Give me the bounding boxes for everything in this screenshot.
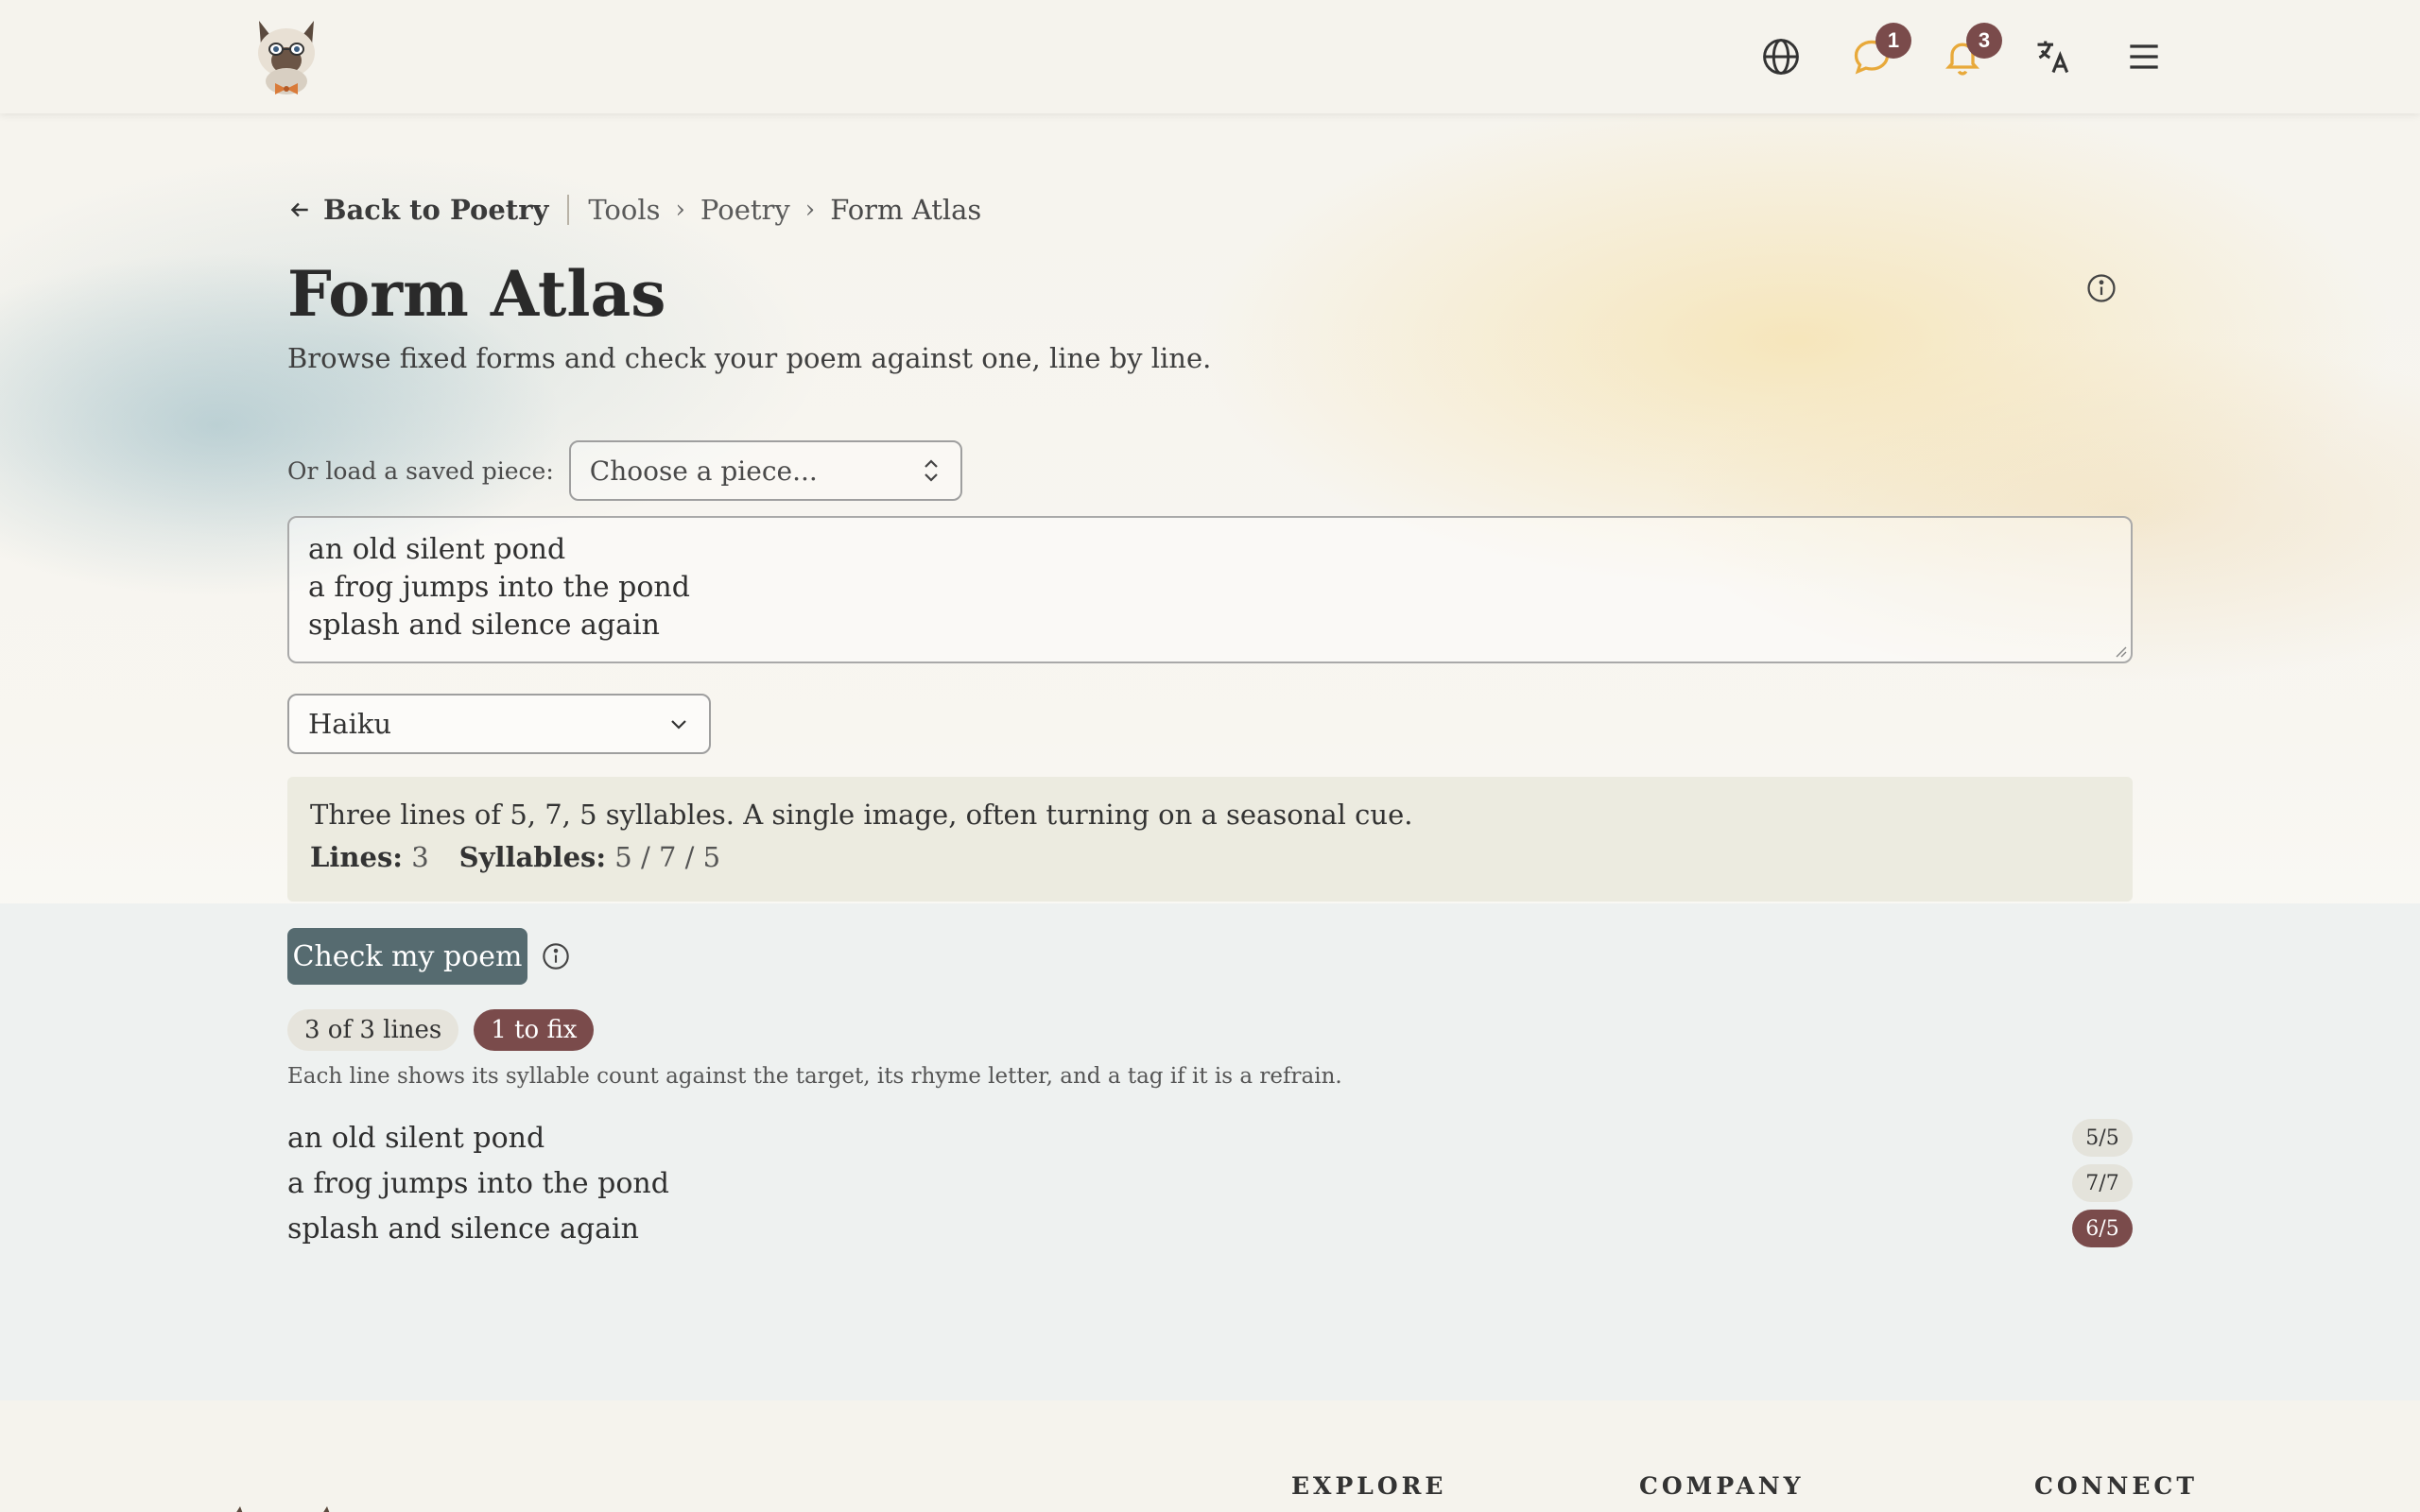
chevron-right-icon: ›	[675, 196, 685, 224]
summary-pills: 3 of 3 lines 1 to fix	[287, 1009, 595, 1051]
breadcrumb-divider	[567, 195, 570, 225]
info-icon	[2087, 274, 2116, 302]
form-description: Three lines of 5, 7, 5 syllables. A sing…	[310, 799, 1413, 831]
back-to-poetry-link[interactable]: Back to Poetry	[287, 194, 548, 226]
breadcrumb-tools[interactable]: Tools	[588, 194, 660, 226]
translate-button[interactable]	[2027, 30, 2080, 83]
chevron-right-icon: ›	[804, 196, 816, 224]
load-saved-label: Or load a saved piece:	[287, 456, 554, 485]
result-line-text: splash and silence again	[287, 1211, 639, 1246]
form-type-selected: Haiku	[308, 708, 392, 740]
lines-value: 3	[411, 841, 429, 873]
breadcrumb-current: Form Atlas	[830, 194, 982, 226]
back-link-label: Back to Poetry	[323, 194, 549, 226]
result-row: a frog jumps into the pond 7/7	[287, 1160, 2133, 1206]
result-line-text: a frog jumps into the pond	[287, 1166, 669, 1200]
notifications-badge: 3	[1966, 23, 2002, 59]
load-saved-piece-row: Or load a saved piece: Choose a piece...	[287, 440, 962, 501]
form-type-select[interactable]: Haiku	[287, 694, 711, 754]
poem-line: an old silent pond	[308, 533, 566, 566]
breadcrumb-poetry[interactable]: Poetry	[700, 194, 790, 226]
resize-handle-icon[interactable]	[2114, 644, 2127, 658]
hamburger-menu-icon	[2130, 44, 2158, 69]
poem-textarea[interactable]: an old silent pond a frog jumps into the…	[287, 516, 2133, 663]
messages-badge: 1	[1876, 23, 1911, 59]
footer-connect-heading: CONNECT	[2034, 1472, 2198, 1500]
lines-label: Lines:	[310, 841, 403, 873]
saved-piece-select[interactable]: Choose a piece...	[568, 440, 962, 501]
up-down-chevron-icon	[924, 459, 938, 482]
syllable-count-tag: 5/5	[2072, 1119, 2133, 1157]
arrow-left-icon	[290, 202, 308, 217]
globe-button[interactable]	[1754, 30, 1807, 83]
form-info-panel: Three lines of 5, 7, 5 syllables. A sing…	[287, 777, 2133, 902]
info-icon	[543, 943, 569, 970]
top-nav-bar: 1 3	[0, 0, 2420, 113]
globe-icon	[1763, 39, 1799, 75]
menu-button[interactable]	[2118, 30, 2170, 83]
syllable-count-tag: 6/5	[2072, 1210, 2133, 1247]
result-row: an old silent pond 5/5	[287, 1115, 2133, 1160]
check-info-button[interactable]	[541, 941, 571, 971]
results-legend-note: Each line shows its syllable count again…	[287, 1064, 1342, 1089]
result-lines: an old silent pond 5/5 a frog jumps into…	[287, 1115, 2133, 1251]
page-title: Form Atlas	[287, 257, 666, 331]
to-fix-pill: 1 to fix	[474, 1009, 595, 1051]
syllable-count-tag: 7/7	[2072, 1164, 2133, 1202]
result-row: splash and silence again 6/5	[287, 1206, 2133, 1251]
page-subtitle: Browse fixed forms and check your poem a…	[287, 342, 1212, 374]
translate-icon	[2037, 41, 2069, 74]
poem-line: splash and silence again	[308, 609, 660, 642]
poem-line: a frog jumps into the pond	[308, 571, 690, 604]
saved-piece-placeholder: Choose a piece...	[589, 455, 818, 487]
breadcrumb: Back to Poetry Tools › Poetry › Form Atl…	[287, 191, 981, 229]
syllables-label: Syllables:	[458, 841, 607, 873]
form-meta: Lines: 3 Syllables: 5 / 7 / 5	[310, 835, 2110, 879]
messages-button[interactable]: 1	[1845, 23, 1911, 83]
lines-count-pill: 3 of 3 lines	[287, 1009, 459, 1051]
footer: EXPLORE COMPANY CONNECT	[0, 1400, 2420, 1512]
page-info-button[interactable]	[2085, 272, 2118, 304]
notifications-button[interactable]: 3	[1936, 23, 2002, 83]
check-poem-button[interactable]: Check my poem	[287, 928, 527, 985]
footer-company-heading: COMPANY	[1639, 1472, 1805, 1500]
cat-logo[interactable]	[251, 17, 321, 98]
form-lines-stat: Lines: 3	[310, 835, 429, 879]
form-syllables-stat: Syllables: 5 / 7 / 5	[459, 835, 720, 879]
chevron-down-icon	[671, 720, 686, 730]
footer-logo	[227, 1503, 340, 1512]
footer-explore-heading: EXPLORE	[1291, 1472, 1447, 1500]
result-line-text: an old silent pond	[287, 1121, 545, 1155]
syllables-value: 5 / 7 / 5	[614, 841, 721, 873]
